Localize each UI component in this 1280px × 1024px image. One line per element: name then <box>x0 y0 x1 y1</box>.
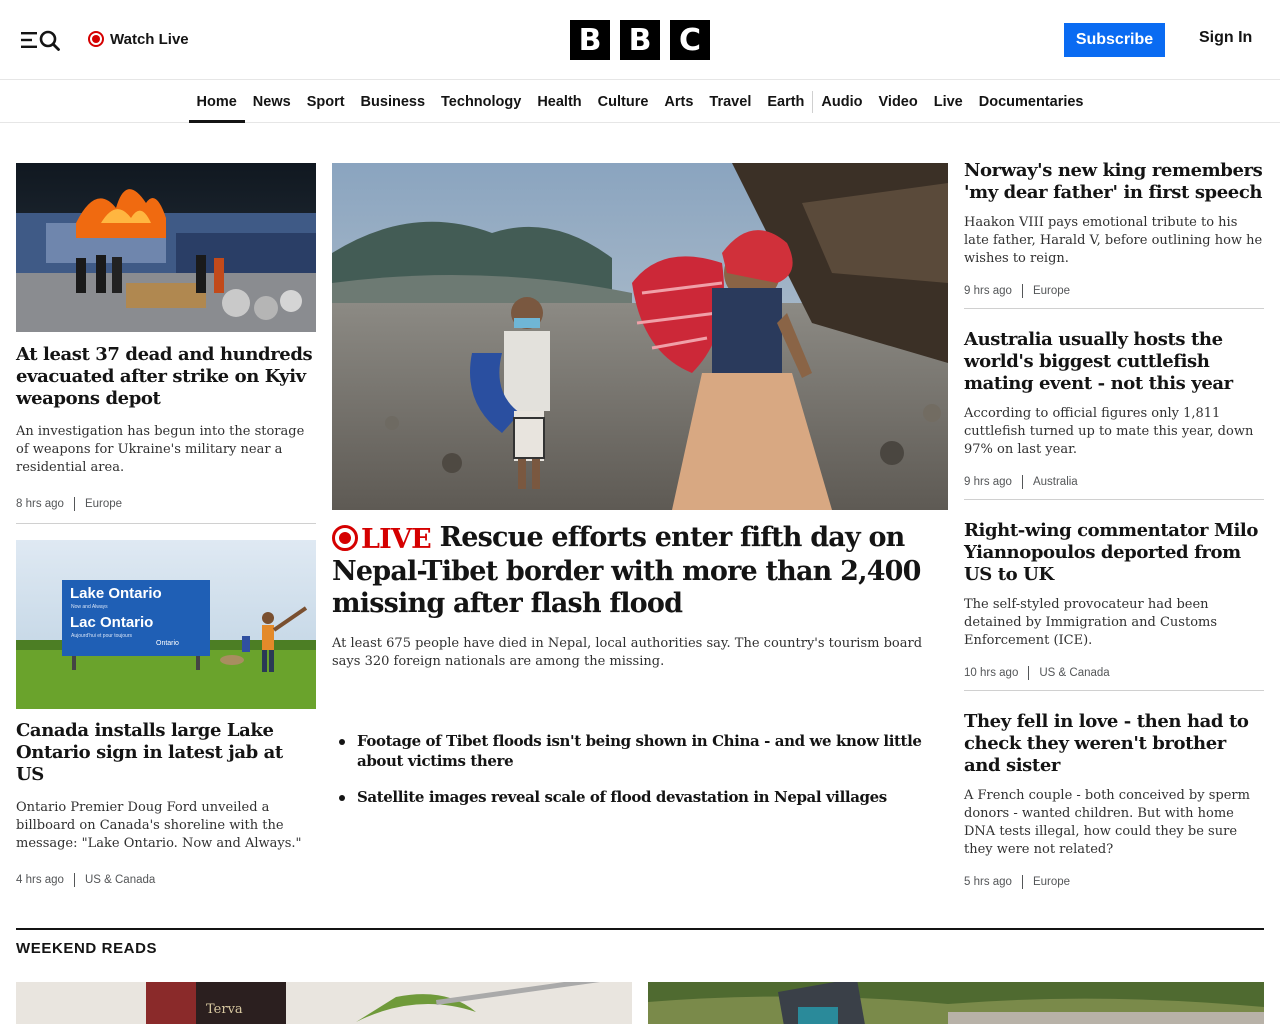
live-label: LIVE <box>361 524 432 555</box>
weekend-read-image-1[interactable]: Terva <box>16 982 632 1024</box>
meta-divider <box>73 497 75 511</box>
story-headline[interactable]: Australia usually hosts the world's bigg… <box>964 329 1264 395</box>
watch-live-link[interactable]: Watch Live <box>88 28 189 50</box>
bbc-logo[interactable]: B B C <box>570 20 710 60</box>
nav-technology[interactable]: Technology <box>433 81 529 122</box>
story-section[interactable]: Europe <box>85 498 122 510</box>
nepal-flood-image[interactable] <box>332 163 948 510</box>
story-summary: A French couple - both conceived by sper… <box>964 788 1250 857</box>
related-link-2[interactable]: Satellite images reveal scale of flood d… <box>339 787 948 807</box>
left-column: At least 37 dead and hundreds evacuated … <box>16 163 316 887</box>
nav-home[interactable]: Home <box>188 81 246 123</box>
story-divider <box>964 690 1264 691</box>
story-divider <box>964 308 1264 309</box>
sign-in-button[interactable]: Sign In <box>1199 29 1252 47</box>
story-card-kyiv[interactable]: At least 37 dead and hundreds evacuated … <box>16 163 316 511</box>
live-badge: LIVE <box>332 524 432 556</box>
story-section[interactable]: Europe <box>1033 876 1070 888</box>
nav-sport[interactable]: Sport <box>299 81 353 122</box>
top-header: Watch Live B B C Subscribe Sign In <box>0 0 1280 80</box>
story-headline[interactable]: At least 37 dead and hundreds evacuated … <box>16 344 316 410</box>
story-headline[interactable]: Canada installs large Lake Ontario sign … <box>16 720 316 786</box>
story-section[interactable]: Europe <box>1033 285 1070 297</box>
story-summary: Haakon VIII pays emotional tribute to hi… <box>964 215 1263 266</box>
story-meta: 10 hrs ago US & Canada <box>964 666 1264 680</box>
story-card-ontario[interactable]: Lake Ontario Now and Always Lac Ontario … <box>16 540 316 887</box>
story-time: 9 hrs ago <box>964 285 1012 297</box>
nav-business[interactable]: Business <box>353 81 433 122</box>
live-record-icon <box>88 31 104 47</box>
story-summary: Ontario Premier Doug Ford unveiled a bil… <box>16 800 302 851</box>
watch-live-label: Watch Live <box>110 30 189 48</box>
story-meta: 4 hrs ago US & Canada <box>16 873 316 887</box>
related-links: Footage of Tibet floods isn't being show… <box>332 731 948 807</box>
story-section[interactable]: US & Canada <box>1039 667 1109 679</box>
section-rule <box>16 928 1264 930</box>
logo-letter-1: B <box>570 20 610 60</box>
story-summary: An investigation has begun into the stor… <box>16 424 305 475</box>
weekend-reads-title: WEEKEND READS <box>16 940 158 957</box>
nav-news[interactable]: News <box>245 81 299 122</box>
lead-summary: At least 675 people have died in Nepal, … <box>332 636 923 669</box>
story-card-milo[interactable]: Right-wing commentator Milo Yiannopoulos… <box>964 520 1264 680</box>
story-divider <box>16 523 316 524</box>
sign-text-2: Now and Always <box>71 604 108 610</box>
story-section[interactable]: Australia <box>1033 476 1078 488</box>
nav-earth[interactable]: Earth <box>759 81 812 122</box>
story-headline[interactable]: Norway's new king remembers 'my dear fat… <box>964 160 1264 204</box>
story-time: 5 hrs ago <box>964 876 1012 888</box>
nav-culture[interactable]: Culture <box>590 81 657 122</box>
story-meta: 5 hrs ago Europe <box>964 875 1264 889</box>
menu-search-icon <box>21 30 60 51</box>
right-column: Norway's new king remembers 'my dear fat… <box>964 160 1264 889</box>
lead-headline[interactable]: LIVE Rescue efforts enter fifth day on N… <box>332 522 948 620</box>
story-card-french-couple[interactable]: They fell in love - then had to check th… <box>964 711 1264 889</box>
story-summary: The self-styled provocateur had been det… <box>964 597 1218 648</box>
story-divider <box>964 499 1264 500</box>
sign-text-4: Aujourd'hui et pour toujours <box>71 633 132 639</box>
story-meta: 8 hrs ago Europe <box>16 497 316 511</box>
nav-arts[interactable]: Arts <box>656 81 701 122</box>
story-meta: 9 hrs ago Europe <box>964 284 1264 298</box>
story-section[interactable]: US & Canada <box>85 874 155 886</box>
nav-video[interactable]: Video <box>871 81 926 122</box>
main-navigation: Home News Sport Business Technology Heal… <box>0 81 1280 123</box>
sign-text-5: Ontario <box>156 640 179 647</box>
story-card-cuttlefish[interactable]: Australia usually hosts the world's bigg… <box>964 329 1264 489</box>
sign-text-3: Lac Ontario <box>70 614 154 631</box>
lake-ontario-sign-image[interactable]: Lake Ontario Now and Always Lac Ontario … <box>16 540 316 709</box>
lead-story: LIVE Rescue efforts enter fifth day on N… <box>332 163 948 823</box>
meta-divider <box>1028 666 1030 680</box>
related-link-1[interactable]: Footage of Tibet floods isn't being show… <box>339 731 948 771</box>
logo-letter-2: B <box>620 20 660 60</box>
meta-divider <box>1021 475 1023 489</box>
story-headline[interactable]: Right-wing commentator Milo Yiannopoulos… <box>964 520 1264 586</box>
nav-travel[interactable]: Travel <box>701 81 759 122</box>
nav-documentaries[interactable]: Documentaries <box>971 81 1092 122</box>
bottle-label: Terva <box>206 1002 243 1017</box>
story-summary: According to official figures only 1,811… <box>964 406 1254 457</box>
logo-letter-3: C <box>670 20 710 60</box>
story-time: 4 hrs ago <box>16 874 64 886</box>
story-time: 8 hrs ago <box>16 498 64 510</box>
nav-audio[interactable]: Audio <box>813 81 870 122</box>
nav-health[interactable]: Health <box>529 81 589 122</box>
subscribe-button[interactable]: Subscribe <box>1064 23 1165 57</box>
menu-search-button[interactable] <box>20 28 62 52</box>
live-record-icon <box>332 525 358 551</box>
nav-live[interactable]: Live <box>926 81 971 122</box>
kyiv-fire-image[interactable] <box>16 163 316 332</box>
story-time: 10 hrs ago <box>964 667 1019 679</box>
story-meta: 9 hrs ago Australia <box>964 475 1264 489</box>
story-time: 9 hrs ago <box>964 476 1012 488</box>
weekend-read-image-2[interactable] <box>648 982 1264 1024</box>
story-card-norway[interactable]: Norway's new king remembers 'my dear fat… <box>964 160 1264 298</box>
story-headline[interactable]: They fell in love - then had to check th… <box>964 711 1264 777</box>
meta-divider <box>1021 284 1023 298</box>
sign-text-1: Lake Ontario <box>70 585 162 602</box>
meta-divider <box>1021 875 1023 889</box>
meta-divider <box>73 873 75 887</box>
